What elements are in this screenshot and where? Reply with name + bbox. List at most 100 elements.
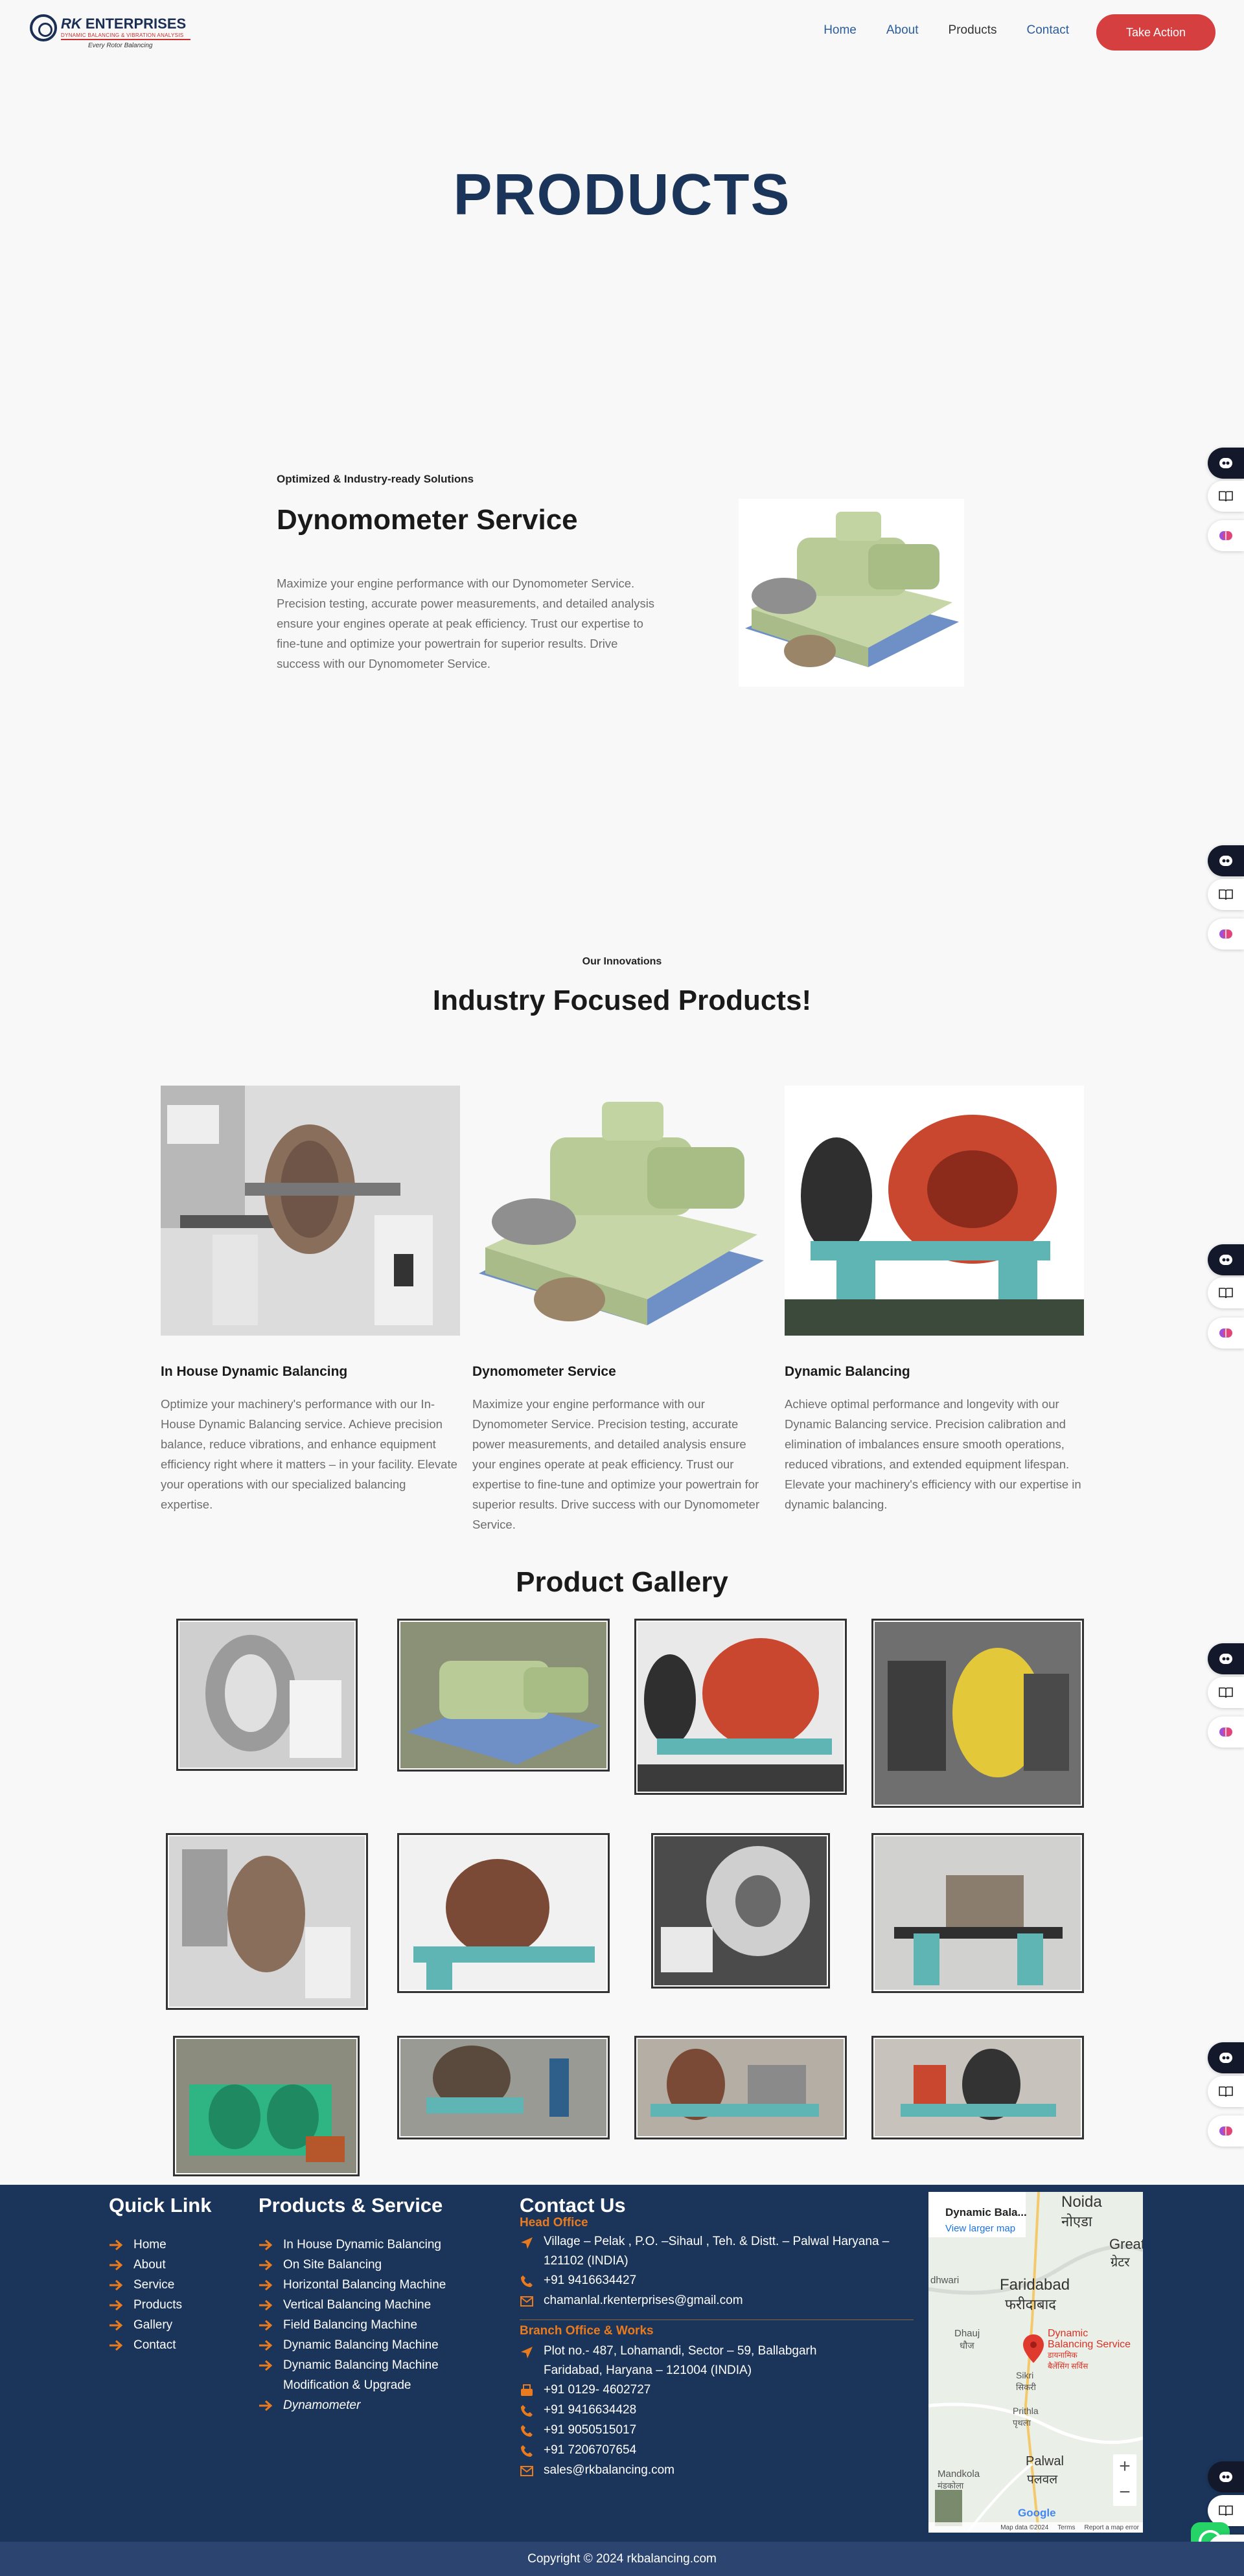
branch-phone[interactable]: +91 0129- 4602727 [544,2380,651,2400]
product-link-item[interactable]: Dynamometer [259,2395,446,2415]
quick-link-item[interactable]: Service [109,2275,182,2295]
book-icon[interactable] [1208,1277,1244,1308]
contact-heading: Contact Us [520,2194,626,2217]
gallery-image[interactable] [397,1619,610,1772]
arrow-right-icon [109,2320,123,2331]
map-label: Dhauj [954,2328,980,2339]
quick-link-item[interactable]: Products [109,2295,182,2315]
zoom-in-button[interactable]: + [1113,2454,1136,2479]
chat-bot-button[interactable] [1208,448,1244,479]
head-office-label: Head Office [520,2216,588,2229]
logo-underline [61,39,190,40]
dynamic-balancing-image [785,1086,1084,1336]
products-list: In House Dynamic Balancing On Site Balan… [259,2235,446,2415]
gallery-image[interactable] [397,2036,610,2139]
gallery-image[interactable] [176,1619,358,1771]
product-link-item[interactable]: Dynamic Balancing Machine [259,2335,446,2355]
zoom-out-button[interactable]: − [1113,2479,1136,2505]
card-title: Dynomometer Service [472,1364,616,1379]
copyright-text: Copyright © 2024 rkbalancing.com [527,2551,717,2566]
product-link-item[interactable]: In House Dynamic Balancing [259,2235,446,2255]
gallery-image[interactable] [166,1833,368,2010]
brain-icon[interactable] [1208,2115,1244,2147]
book-icon[interactable] [1208,1677,1244,1708]
product-link-item[interactable]: Horizontal Balancing Machine [259,2275,446,2295]
gallery-image[interactable] [634,2036,847,2139]
arrow-right-icon [259,2259,273,2271]
head-office-address-line-2: 121102 (INDIA) [544,2254,628,2268]
brain-icon[interactable] [1208,1716,1244,1748]
gallery-image[interactable] [173,2036,360,2176]
brain-icon[interactable] [1208,1317,1244,1349]
branch-phone[interactable]: +91 7206707654 [544,2441,636,2460]
arrow-right-icon [259,2400,273,2411]
product-link-item[interactable]: Dynamic Balancing Machine [259,2355,446,2375]
take-action-button[interactable]: Take Action [1096,14,1215,51]
map-label: सिकरी [1016,2382,1036,2392]
chat-bot-button[interactable] [1208,845,1244,876]
quick-link-item[interactable]: Gallery [109,2315,182,2335]
head-office-phone[interactable]: +91 9416634427 [544,2271,636,2290]
product-link-item[interactable]: Field Balancing Machine [259,2315,446,2335]
nav-contact[interactable]: Contact [1027,23,1069,38]
book-icon[interactable] [1208,481,1244,512]
in-house-balancing-image [161,1086,460,1336]
nav-products[interactable]: Products [949,23,997,38]
chat-bot-button[interactable] [1208,2461,1244,2492]
product-link-item[interactable]: Vertical Balancing Machine [259,2295,446,2315]
map-label: Mandkola [938,2468,980,2479]
gallery-image[interactable] [871,1619,1084,1808]
chat-bot-button[interactable] [1208,1244,1244,1275]
quick-link-item[interactable]: Contact [109,2335,182,2355]
location-map[interactable]: Dynamic Bala... View larger map Noida नो… [928,2192,1143,2533]
gallery-image[interactable] [397,1833,610,1993]
feature-title: Dynomometer Service [277,504,578,536]
book-icon[interactable] [1208,2076,1244,2107]
quick-link-item[interactable]: Home [109,2235,182,2255]
product-link-item[interactable]: Modification & Upgrade [259,2375,446,2395]
quick-links-list: Home About Service Products Gallery Cont… [109,2235,182,2355]
product-card: In House Dynamic Balancing Optimize your… [161,1086,460,1514]
arrow-right-icon [259,2279,273,2291]
brain-icon[interactable] [1208,918,1244,950]
view-larger-map-link[interactable]: View larger map [945,2223,1015,2234]
phone-icon [521,2275,533,2287]
nav-home[interactable]: Home [824,23,857,38]
product-card: Dynomometer Service Maximize your engine… [472,1086,772,1534]
gallery-image[interactable] [871,2036,1084,2139]
arrow-right-icon [109,2259,123,2271]
map-label: dhwari [930,2275,960,2286]
nav-about[interactable]: About [886,23,919,38]
arrow-right-icon [109,2340,123,2351]
logo-brand-name: ENTERPRISES [85,16,187,32]
head-office-email[interactable]: chamanlal.rkenterprises@gmail.com [544,2291,743,2310]
arrow-right-icon [259,2299,273,2311]
arrow-right-icon [109,2239,123,2251]
book-icon[interactable] [1208,879,1244,910]
branch-phone[interactable]: +91 9050515017 [544,2421,636,2440]
map-label: Noida [1061,2193,1102,2211]
logo-brand-prefix: RK [61,16,82,32]
fax-icon [521,2384,533,2396]
brain-icon[interactable] [1208,520,1244,551]
gallery-image[interactable] [871,1833,1084,1993]
gallery-image[interactable] [651,1833,830,1989]
branch-email[interactable]: sales@rkbalancing.com [544,2461,674,2480]
branch-phone[interactable]: +91 9416634428 [544,2400,636,2420]
chat-bot-button[interactable] [1208,2042,1244,2073]
map-label: Greate [1109,2236,1143,2252]
logo[interactable]: RK ENTERPRISES DYNAMIC BALANCING & VIBRA… [30,13,192,52]
chat-bot-button[interactable] [1208,1643,1244,1674]
map-label: Faridabad [1000,2276,1070,2294]
quick-link-heading: Quick Link [109,2194,212,2217]
map-attribution: Map data ©2024 Terms Report a map error [928,2522,1143,2533]
main-nav: Home About Products Contact [794,23,1069,38]
quick-link-item[interactable]: About [109,2255,182,2275]
phone-icon [521,2405,533,2417]
book-icon[interactable] [1208,2495,1244,2526]
phone-icon [521,2425,533,2437]
product-link-item[interactable]: On Site Balancing [259,2255,446,2275]
gallery-image[interactable] [634,1619,847,1795]
card-text: Optimize your machinery's performance wi… [161,1397,457,1511]
map-place-name: Dynamic Bala... [945,2206,1027,2218]
